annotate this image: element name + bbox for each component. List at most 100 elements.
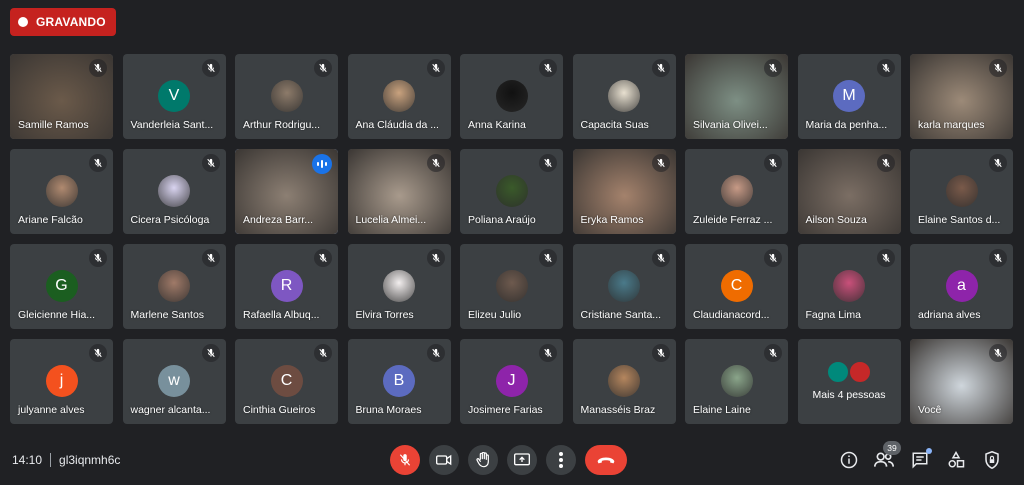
hand-icon [476,452,489,468]
bottom-toolbar: 14:10 gl3iqnmh6c 39 [0,435,1024,485]
participant-tile[interactable]: Cristiane Santa... [572,244,676,329]
mic-off-icon [764,154,782,172]
participant-tile[interactable]: C Cinthia Gueiros [235,339,338,424]
participant-tile[interactable]: karla marques [910,54,1013,139]
camera-toggle-button[interactable] [429,445,459,475]
participant-tile[interactable]: Eryka Ramos [572,149,676,234]
participant-tile[interactable]: Você [910,339,1013,424]
participant-tile[interactable]: Ariane Falcão [10,149,113,234]
mic-toggle-button[interactable] [390,445,420,475]
participant-tile[interactable]: M Maria da penha... [797,54,901,139]
participant-tile[interactable]: j julyanne alves [10,339,113,424]
meeting-info: 14:10 gl3iqnmh6c [12,453,120,467]
participant-avatar: j [45,365,78,397]
camera-icon [436,454,452,466]
participant-tile[interactable]: Ailson Souza [797,149,901,234]
participant-name: Silvania Olivei... [693,119,768,131]
participant-tile[interactable]: Fagna Lima [797,244,901,329]
mic-off-icon [426,154,445,172]
participant-avatar [720,365,753,397]
participant-tile[interactable]: Elaine Laine [685,339,788,424]
participant-tile[interactable]: Andreza Barr... [235,149,338,234]
participant-avatar [383,270,415,302]
participant-avatar [270,80,303,112]
mic-off-icon [426,344,445,362]
participant-name: Lucelia Almei... [355,214,427,226]
participant-avatar [849,361,871,383]
participant-tile[interactable]: Manasséis Braz [572,339,676,424]
mic-off-icon [651,154,670,172]
participant-tile[interactable]: Anna Karina [460,54,563,139]
mic-off-icon [201,154,220,172]
mic-off-icon [426,59,445,77]
participant-tile[interactable]: G Gleicienne Hia... [10,244,113,329]
participant-tile[interactable]: Ana Cláudia da ... [347,54,451,139]
recording-label: GRAVANDO [36,15,106,29]
chat-button[interactable] [909,448,932,471]
participant-tile[interactable]: Samille Ramos [10,54,113,139]
participant-tile[interactable]: Capacita Suas [572,54,676,139]
participant-avatar: C [270,365,303,397]
speaking-indicator-icon [312,154,332,174]
participant-tile[interactable]: C Claudianacord... [685,244,788,329]
activities-button[interactable] [945,449,967,471]
host-controls-button[interactable] [981,449,1003,471]
participant-tile[interactable]: J Josimere Farias [460,339,563,424]
recording-dot-icon [18,17,28,27]
chat-notification-dot [926,448,932,454]
participants-button[interactable]: 39 [873,441,901,471]
participant-tile[interactable]: B Bruna Moraes [347,339,451,424]
participant-tile[interactable]: V Vanderleia Sant... [122,54,226,139]
participant-name: Ariane Falcão [18,214,83,226]
more-icon [559,452,563,468]
meeting-details-button[interactable] [838,449,860,471]
participant-tile[interactable]: Mais 4 pessoas [797,339,901,424]
participant-tile[interactable]: Lucelia Almei... [347,149,451,234]
participant-name: Poliana Araújo [468,214,536,226]
participant-avatar [495,80,528,112]
participants-count-badge: 39 [883,441,901,455]
mic-off-icon [989,154,1007,172]
mic-off-icon [989,249,1007,267]
mic-off-icon [764,59,782,77]
participant-tile[interactable]: Poliana Araújo [460,149,563,234]
participant-tile[interactable]: w wagner alcanta... [122,339,226,424]
participant-avatar: J [495,365,528,397]
participant-avatar: w [158,365,190,397]
participant-tile[interactable]: Marlene Santos [122,244,226,329]
hangup-icon [597,457,615,464]
mic-off-icon [651,249,670,267]
leave-call-button[interactable] [585,445,627,475]
participant-tile[interactable]: Elaine Santos d... [910,149,1013,234]
mic-off-icon [314,249,332,267]
participant-name: Josimere Farias [468,404,543,416]
participant-tile[interactable]: Elvira Torres [347,244,451,329]
participant-name: Manasséis Braz [580,404,656,416]
participant-tile[interactable]: Cicera Psicóloga [122,149,226,234]
more-options-button[interactable] [546,445,576,475]
participant-tile[interactable]: Silvania Olivei... [685,54,788,139]
info-icon [840,451,858,469]
participant-tile[interactable]: Zuleide Ferraz ... [685,149,788,234]
participant-name: Elaine Laine [693,404,751,416]
present-screen-button[interactable] [507,445,537,475]
participant-avatar [720,175,753,207]
participant-avatar [608,270,640,302]
participant-name: adriana alves [918,309,981,321]
participant-tile[interactable]: R Rafaella Albuq... [235,244,338,329]
mic-off-icon [876,154,895,172]
mic-off-icon [539,249,557,267]
participant-name: Bruna Moraes [355,404,422,416]
participant-avatar: C [720,270,753,302]
participant-tile[interactable]: Elizeu Julio [460,244,563,329]
raise-hand-button[interactable] [468,445,498,475]
mic-off-icon [876,59,895,77]
participant-name: Cinthia Gueiros [243,404,316,416]
participant-avatar [495,270,528,302]
participant-tile[interactable]: Arthur Rodrigu... [235,54,338,139]
participant-avatar: B [383,365,415,397]
participant-name: Anna Karina [468,119,526,131]
meeting-time: 14:10 [12,453,43,467]
participant-tile[interactable]: a adriana alves [910,244,1013,329]
participant-avatar [383,80,415,112]
